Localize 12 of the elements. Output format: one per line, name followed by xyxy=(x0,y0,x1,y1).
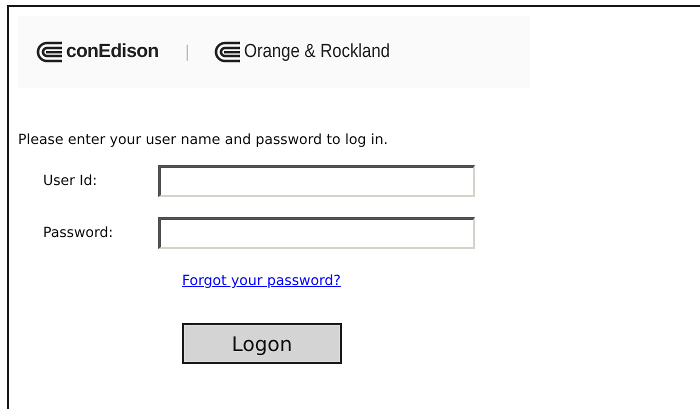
logo-text: Orange & Rockland xyxy=(244,40,390,64)
password-field[interactable] xyxy=(158,217,475,249)
instruction-text: Please enter your user name and password to log in. xyxy=(18,131,389,150)
user-id-field[interactable] xyxy=(158,165,475,197)
forgot-password-link[interactable]: Forgot your password? xyxy=(182,271,341,292)
logo-text: conEdison xyxy=(66,40,159,64)
logo-icon xyxy=(214,41,240,63)
logo-icon xyxy=(36,41,62,63)
separator: | xyxy=(184,41,190,63)
field-label: Password: xyxy=(42,224,114,242)
field-label: User Id: xyxy=(42,172,98,190)
logon-button[interactable]: Logon xyxy=(182,323,342,364)
